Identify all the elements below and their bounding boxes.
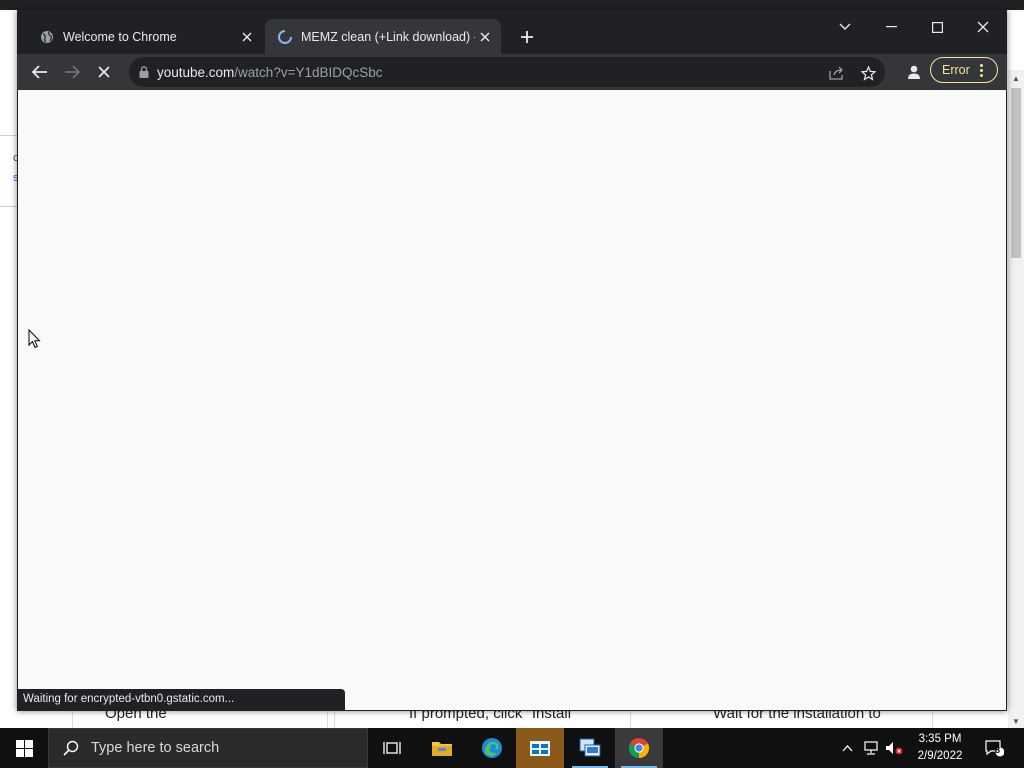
- scrollbar-thumb[interactable]: [1011, 88, 1021, 258]
- tab-title: Welcome to Chrome: [63, 29, 177, 44]
- windows-logo-icon: [15, 739, 33, 757]
- page-content-blank[interactable]: [18, 90, 1006, 710]
- tab-title: MEMZ clean (+Link download) -: [301, 29, 475, 44]
- remote-desktop-icon: [579, 738, 601, 757]
- search-placeholder: Type here to search: [91, 740, 220, 756]
- store-icon: [530, 741, 550, 756]
- stop-button[interactable]: [90, 58, 118, 86]
- background-card: c s: [0, 135, 19, 207]
- minimize-button[interactable]: [868, 12, 914, 42]
- background-scrollbar[interactable]: ▲ ▼: [1008, 70, 1024, 728]
- forward-button[interactable]: [58, 58, 86, 86]
- chrome-button[interactable]: [615, 728, 663, 768]
- minimize-icon: [885, 26, 897, 28]
- url-path: /watch?v=Y1dBIDQcSbc: [234, 64, 383, 80]
- lock-icon[interactable]: [139, 66, 149, 78]
- network-tray-button[interactable]: [860, 728, 882, 768]
- maximize-icon: [931, 21, 943, 33]
- kebab-menu-icon: [979, 63, 983, 77]
- chrome-window: Welcome to Chrome MEMZ clean (+Link down…: [17, 10, 1007, 711]
- back-button[interactable]: [26, 58, 54, 86]
- scroll-up-icon[interactable]: ▲: [1012, 74, 1020, 83]
- chevron-up-icon: [842, 744, 852, 751]
- close-window-button[interactable]: [960, 12, 1006, 42]
- profile-button[interactable]: [901, 59, 927, 85]
- error-menu-button[interactable]: Error: [930, 57, 998, 83]
- close-icon: [977, 21, 989, 33]
- person-icon: [908, 65, 920, 79]
- taskbar-clock[interactable]: 3:35 PM 2/9/2022: [905, 731, 975, 765]
- url-text: youtube.com/watch?v=Y1dBIDQcSbc: [157, 65, 383, 80]
- plus-icon: [521, 31, 533, 43]
- bookmark-star-icon[interactable]: [859, 64, 877, 82]
- search-icon: [63, 740, 79, 756]
- status-bubble: Waiting for encrypted-vtbn0.gstatic.com.…: [17, 689, 345, 710]
- background-top-strip: [0, 0, 1024, 10]
- volume-tray-button[interactable]: [883, 728, 905, 768]
- address-bar[interactable]: youtube.com/watch?v=Y1dBIDQcSbc: [129, 57, 885, 87]
- tab-memz-clean[interactable]: MEMZ clean (+Link download) -: [265, 19, 501, 54]
- clock-time: 3:35 PM: [918, 733, 962, 745]
- close-tab-icon[interactable]: [475, 27, 495, 47]
- network-icon: [864, 741, 878, 755]
- maximize-button[interactable]: [914, 12, 960, 42]
- edge-button[interactable]: [468, 728, 516, 768]
- chevron-down-icon: [839, 23, 851, 30]
- scroll-down-icon[interactable]: ▼: [1012, 717, 1020, 726]
- back-arrow-icon: [32, 65, 47, 79]
- task-view-button[interactable]: [368, 728, 416, 768]
- chrome-icon: [628, 738, 650, 759]
- taskbar-search-box[interactable]: Type here to search: [48, 728, 368, 768]
- action-center-button[interactable]: 8: [982, 728, 1006, 768]
- tab-welcome-to-chrome[interactable]: Welcome to Chrome: [27, 19, 263, 54]
- notification-icon: [985, 740, 1004, 757]
- loading-spinner-icon: [277, 29, 293, 45]
- mouse-cursor-icon: [28, 328, 41, 354]
- file-explorer-icon: [432, 742, 452, 756]
- show-hidden-icons-button[interactable]: [837, 728, 857, 768]
- tab-strip: Welcome to Chrome MEMZ clean (+Link down…: [17, 10, 1007, 54]
- notification-count: 8: [995, 745, 1001, 755]
- store-button[interactable]: [516, 728, 564, 768]
- new-tab-button[interactable]: [515, 25, 539, 49]
- share-icon[interactable]: [828, 64, 846, 82]
- edge-icon: [482, 738, 502, 758]
- file-explorer-button[interactable]: [418, 728, 466, 768]
- stop-x-icon: [98, 66, 110, 78]
- url-host: youtube.com: [157, 64, 235, 80]
- taskbar: Type here to search 3:35 PM 2/9/2022 8: [0, 728, 1024, 768]
- clock-date: 2/9/2022: [917, 750, 963, 762]
- toolbar: youtube.com/watch?v=Y1dBIDQcSbc Error: [17, 54, 1007, 90]
- globe-icon: [39, 29, 55, 45]
- start-button[interactable]: [0, 728, 48, 768]
- task-view-icon: [383, 742, 401, 754]
- error-label: Error: [942, 63, 970, 77]
- tab-search-button[interactable]: [822, 12, 868, 42]
- forward-arrow-icon: [65, 65, 80, 79]
- close-tab-icon[interactable]: [237, 27, 257, 47]
- volume-muted-icon: [886, 742, 903, 755]
- remote-desktop-button[interactable]: [566, 728, 614, 768]
